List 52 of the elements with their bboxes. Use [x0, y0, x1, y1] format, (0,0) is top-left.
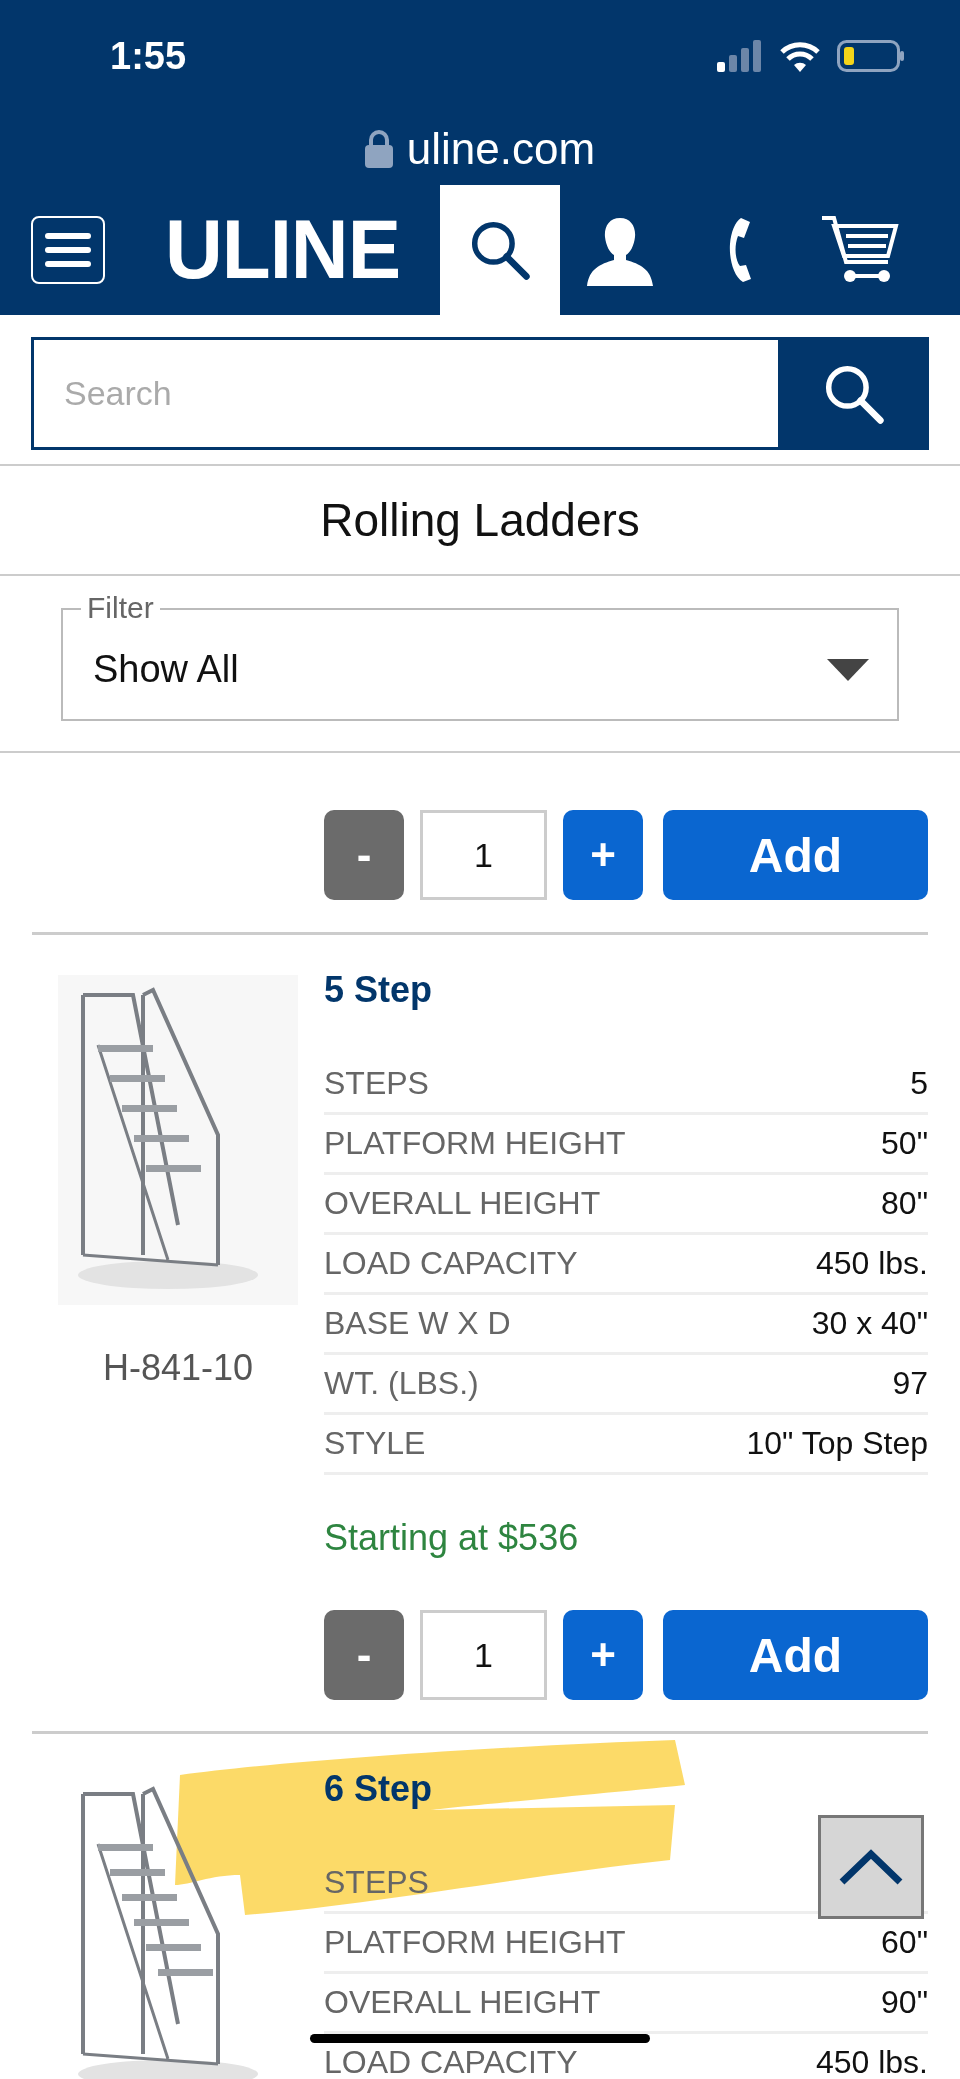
phone-icon — [728, 217, 752, 283]
quantity-field[interactable]: 1 — [420, 810, 547, 900]
spec-label: OVERALL HEIGHT — [324, 1185, 601, 1222]
product-price: Starting at $536 — [324, 1516, 580, 1560]
add-to-cart-button[interactable]: Add — [663, 1610, 928, 1700]
spec-label: STYLE — [324, 1425, 426, 1462]
spec-label: PLATFORM HEIGHT — [324, 1924, 626, 1961]
spec-value: 97 — [892, 1365, 928, 1402]
increase-button[interactable]: + — [563, 1610, 643, 1700]
spec-value: 80" — [881, 1185, 928, 1222]
page-title: Rolling Ladders — [320, 493, 640, 547]
product-sku: H-841-10 — [102, 1347, 254, 1389]
spec-value: 50" — [881, 1125, 928, 1162]
decrease-button[interactable]: - — [324, 810, 404, 900]
spec-value: 450 lbs. — [815, 1245, 928, 1282]
spec-value: 5 — [910, 1065, 928, 1102]
spec-value: 10" Top Step — [746, 1425, 928, 1462]
search-tab[interactable] — [440, 185, 560, 315]
menu-icon — [43, 230, 93, 270]
url-text[interactable]: uline.com — [406, 123, 596, 174]
add-to-cart-button[interactable]: Add — [663, 810, 928, 900]
wifi-icon — [779, 40, 821, 72]
spec-label: PLATFORM HEIGHT — [324, 1125, 626, 1162]
spec-value: 30 x 40" — [811, 1305, 928, 1342]
spec-value: 60" — [881, 1924, 928, 1961]
dropdown-arrow-icon — [827, 658, 869, 681]
status-time: 1:55 — [110, 34, 187, 78]
menu-button[interactable] — [31, 216, 105, 284]
signal-icon — [717, 40, 763, 72]
search-button[interactable] — [778, 337, 929, 450]
search-field[interactable]: Search — [31, 337, 778, 450]
spec-label: LOAD CAPACITY — [324, 2044, 578, 2079]
logo[interactable]: ULINE — [165, 201, 400, 299]
filter-dropdown[interactable]: Filter Show All — [61, 591, 899, 721]
spec-label: BASE W X D — [324, 1305, 511, 1342]
product-title[interactable]: 6 Step — [324, 1764, 433, 1814]
spec-value: 450 lbs. — [815, 2044, 928, 2079]
battery-icon — [837, 40, 905, 72]
filter-value: Show All — [93, 648, 239, 691]
product-title[interactable]: 5 Step — [324, 965, 433, 1015]
chevron-up-icon — [838, 1848, 904, 1886]
spec-label: LOAD CAPACITY — [324, 1245, 578, 1282]
increase-button[interactable]: + — [563, 810, 643, 900]
spec-label: STEPS — [324, 1065, 429, 1102]
lock-icon — [364, 129, 393, 168]
quantity-field[interactable]: 1 — [420, 1610, 547, 1700]
spec-label: OVERALL HEIGHT — [324, 1984, 601, 2021]
decrease-button[interactable]: - — [324, 1610, 404, 1700]
spec-label: WT. (LBS.) — [324, 1365, 479, 1402]
back-to-top-button[interactable] — [818, 1815, 924, 1919]
spec-value: 90" — [881, 1984, 928, 2021]
spec-label: STEPS — [324, 1864, 429, 1901]
